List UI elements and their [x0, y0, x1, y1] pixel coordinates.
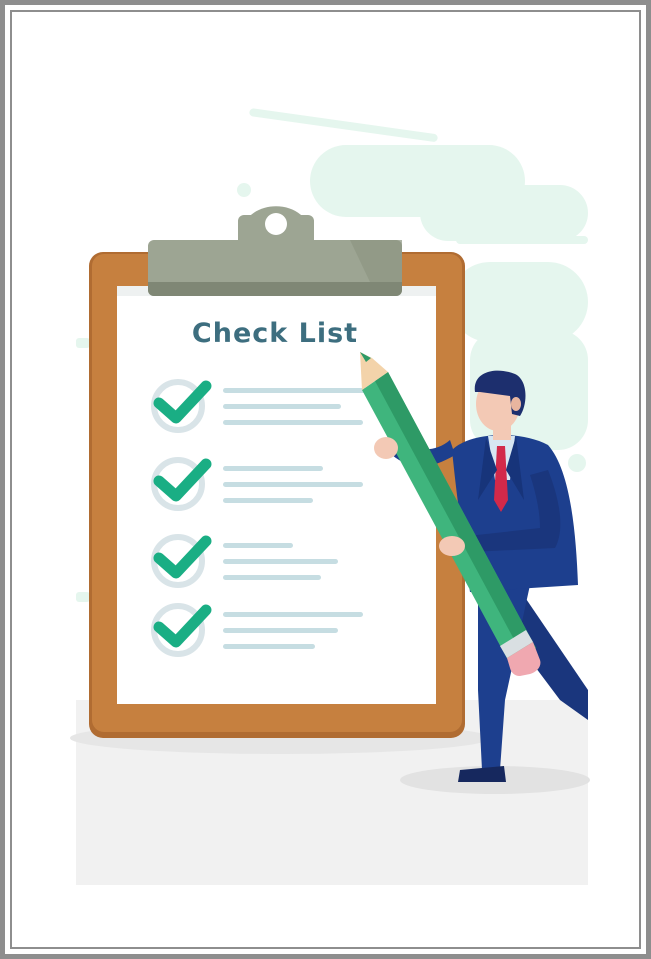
- line-placeholder: [223, 575, 321, 580]
- checklist-title: Check List: [191, 318, 359, 349]
- line-placeholder: [223, 628, 338, 633]
- line-placeholder: [223, 644, 315, 649]
- line-placeholder: [223, 482, 363, 487]
- line-placeholder: [223, 559, 338, 564]
- line-placeholder: [223, 543, 293, 548]
- checklist-illustration: [70, 100, 590, 885]
- line-placeholder: [223, 498, 313, 503]
- line-placeholder: [223, 420, 363, 425]
- upper-hand: [374, 437, 398, 459]
- line-placeholder: [223, 466, 323, 471]
- line-placeholder: [223, 612, 363, 617]
- line-placeholder: [223, 388, 368, 393]
- line-placeholder: [223, 404, 341, 409]
- lower-hand: [439, 536, 465, 556]
